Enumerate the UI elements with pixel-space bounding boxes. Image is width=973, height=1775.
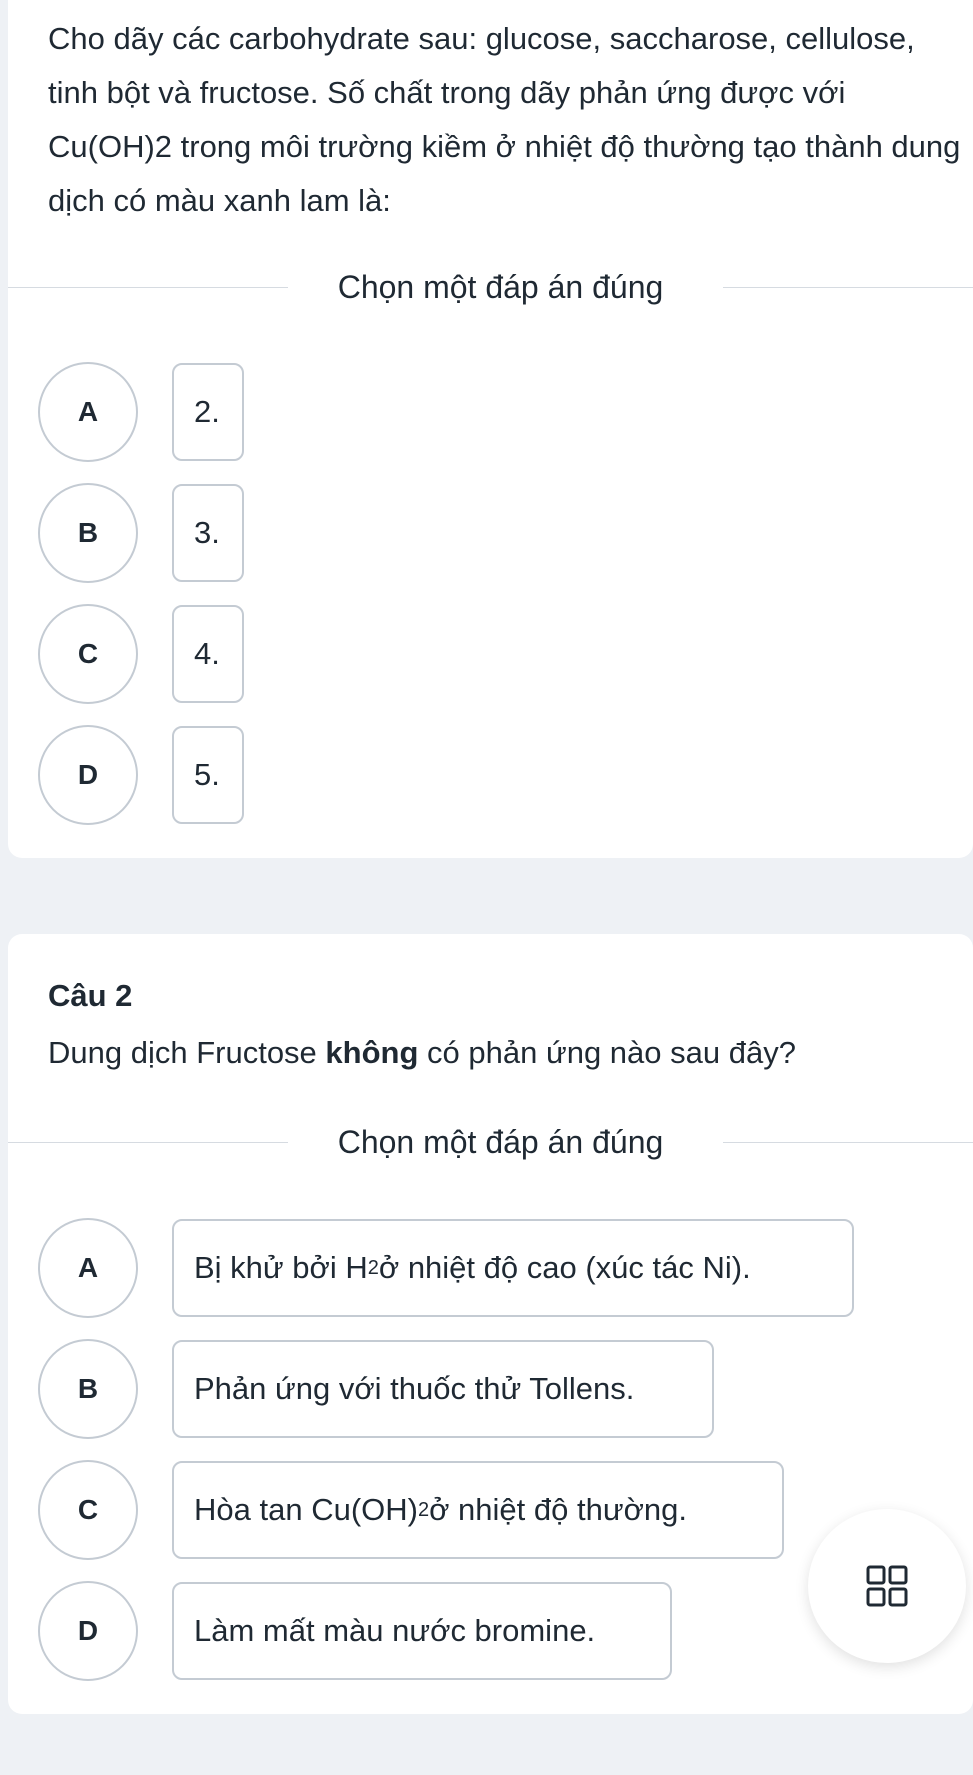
question-text-part: có phản ứng nào sau đây?	[418, 1035, 796, 1070]
divider-line	[723, 1142, 973, 1143]
option-letter[interactable]: A	[38, 1218, 138, 1318]
option-letter[interactable]: C	[38, 1460, 138, 1560]
option-letter[interactable]: D	[38, 1581, 138, 1681]
option-letter[interactable]: A	[38, 362, 138, 462]
option-answer[interactable]: 2.	[172, 363, 244, 461]
option-letter[interactable]: B	[38, 483, 138, 583]
grid-icon	[866, 1565, 908, 1607]
option-answer[interactable]: 4.	[172, 605, 244, 703]
option-answer[interactable]: Phản ứng với thuốc thử Tollens.	[172, 1340, 714, 1438]
question-card-1: Cho dãy các carbohydrate sau: glucose, s…	[8, 0, 973, 858]
option-text: ở nhiệt độ thường.	[429, 1492, 687, 1527]
option-letter[interactable]: B	[38, 1339, 138, 1439]
question-text-emphasis: không	[325, 1035, 419, 1070]
question-text: Dung dịch Fructose không có phản ứng nào…	[48, 1026, 968, 1080]
option-text: Hòa tan Cu(OH)	[194, 1492, 418, 1527]
option-answer[interactable]: 3.	[172, 484, 244, 582]
divider-line	[723, 287, 973, 288]
answer-prompt-divider: Chọn một đáp án đúng	[8, 266, 973, 308]
question-text: Cho dãy các carbohydrate sau: glucose, s…	[48, 21, 961, 218]
question-grid-button[interactable]	[808, 1509, 966, 1663]
answer-prompt-divider: Chọn một đáp án đúng	[8, 1121, 973, 1163]
option-answer[interactable]: Hòa tan Cu(OH) 2 ở nhiệt độ thường.	[172, 1461, 784, 1559]
option-text: Làm mất màu nước bromine.	[194, 1613, 596, 1648]
option-text: ở nhiệt độ cao (xúc tác Ni).	[378, 1250, 751, 1285]
option-answer[interactable]: Bị khử bởi H2 ở nhiệt độ cao (xúc tác Ni…	[172, 1219, 854, 1317]
option-text: Phản ứng với thuốc thử Tollens.	[194, 1371, 635, 1406]
option-letter[interactable]: D	[38, 725, 138, 825]
question-text-part: Dung dịch Fructose	[48, 1035, 326, 1070]
option-answer[interactable]: Làm mất màu nước bromine.	[172, 1582, 672, 1680]
option-text: Bị khử bởi H	[194, 1250, 368, 1285]
question-number: Câu 2	[48, 978, 133, 1013]
option-subscript: 2	[367, 1256, 379, 1279]
option-letter[interactable]: C	[38, 604, 138, 704]
option-answer[interactable]: 5.	[172, 726, 244, 824]
option-subscript: 2	[417, 1498, 430, 1521]
